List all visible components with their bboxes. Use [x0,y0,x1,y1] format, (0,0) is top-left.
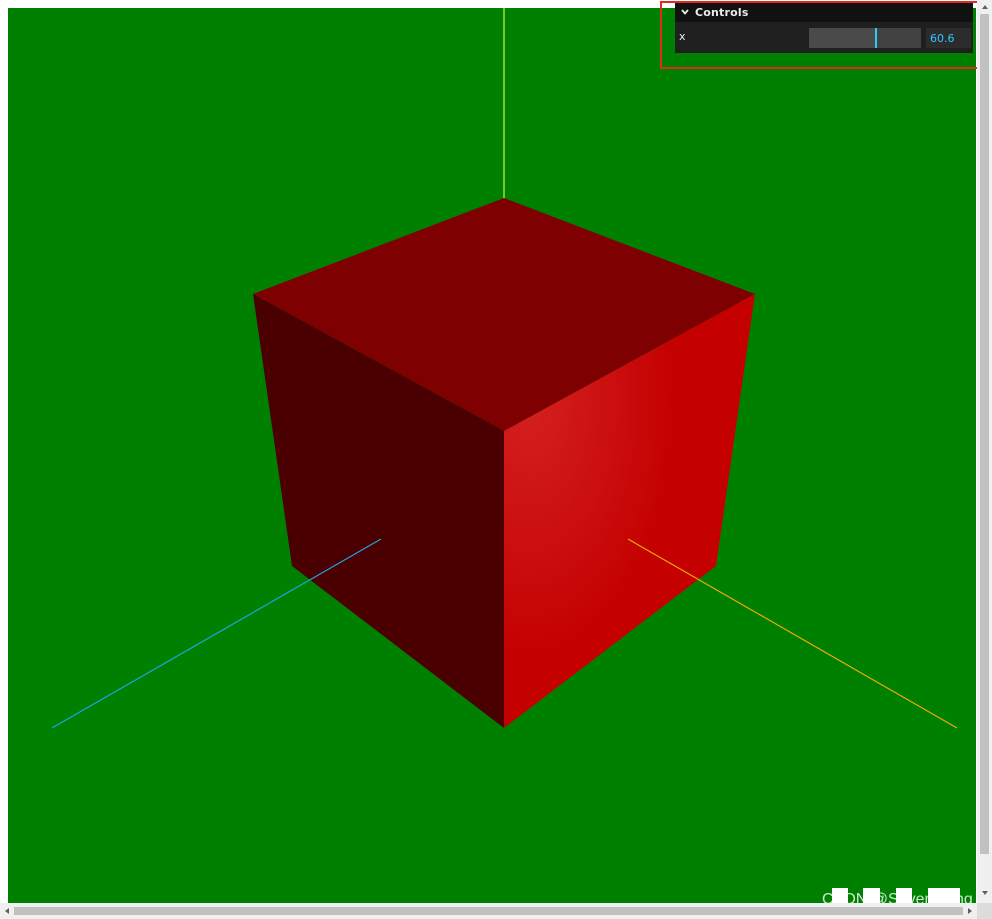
controls-panel: Controls x [675,2,973,53]
three-canvas[interactable] [8,8,976,903]
scrollbar-corner [977,903,992,919]
scroll-up-arrow-icon[interactable] [981,3,989,11]
scroll-right-arrow-icon[interactable] [966,907,974,915]
slider-fill [809,28,877,48]
scroll-left-arrow-icon[interactable] [3,907,11,915]
controller-row-x: x [675,22,973,49]
controller-label: x [679,30,686,43]
horizontal-scrollbar[interactable] [0,903,977,919]
slider-thumb[interactable] [875,28,878,48]
vertical-scrollbar[interactable] [977,0,992,903]
chevron-down-icon [681,9,689,15]
scene-svg [8,8,976,903]
x-number-input[interactable] [926,28,971,48]
horizontal-scroll-thumb[interactable] [14,907,963,915]
scroll-down-arrow-icon[interactable] [981,889,989,897]
controls-title-bar[interactable]: Controls [675,2,973,22]
x-slider[interactable] [809,28,921,48]
controls-title: Controls [695,5,749,19]
vertical-scroll-thumb[interactable] [980,14,989,854]
